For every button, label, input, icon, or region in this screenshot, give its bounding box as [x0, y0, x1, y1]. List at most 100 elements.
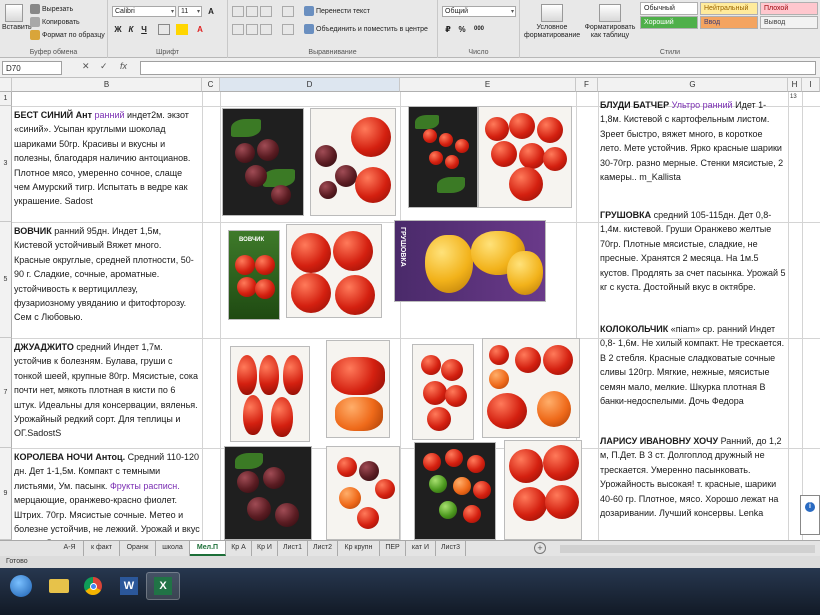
row-header[interactable]: 5: [0, 222, 12, 338]
sheet-tab[interactable]: Кр крупн: [338, 541, 380, 556]
variety-description-cell[interactable]: ГРУШОВКА средний 105-115дн. Дет 0,8-1,4м…: [600, 208, 786, 336]
sheet-tab[interactable]: Лист2: [308, 541, 338, 556]
merge-center-button[interactable]: Объединить и поместить в центре: [304, 24, 428, 34]
sheet-tab[interactable]: ПЕР: [380, 541, 406, 556]
borders-icon[interactable]: [158, 24, 170, 35]
row-header[interactable]: 9: [0, 448, 12, 540]
cell-style-option[interactable]: Ввод: [700, 16, 758, 29]
seed-packet-photo[interactable]: ВОВЧИК: [228, 230, 280, 320]
tomato-photo[interactable]: [482, 338, 580, 438]
column-header-i[interactable]: I: [802, 78, 820, 92]
select-all-corner[interactable]: [0, 78, 12, 92]
font-name-select[interactable]: Calibri ▾: [112, 6, 176, 17]
tomato-photo[interactable]: [286, 224, 382, 318]
format-table-button[interactable]: Форматировать как таблицу: [582, 4, 638, 40]
thousands-button[interactable]: 000: [470, 24, 488, 35]
column-header-f[interactable]: F: [576, 78, 598, 92]
sheet-tab[interactable]: Кр А: [226, 541, 252, 556]
tomato-photo[interactable]: [412, 344, 474, 440]
variety-description-cell[interactable]: КОРОЛЕВА НОЧИ Антоц. Средний 110-120 дн.…: [14, 450, 200, 540]
sheet-tab[interactable]: школа: [156, 541, 190, 556]
sheet-tab[interactable]: Лист1: [278, 541, 308, 556]
explorer-icon[interactable]: [42, 572, 76, 600]
cell-style-option[interactable]: Хороший: [640, 16, 698, 29]
tomato-photo[interactable]: [414, 442, 496, 540]
align-left-icon[interactable]: [232, 24, 244, 35]
align-bottom-icon[interactable]: [260, 6, 272, 17]
variety-description-cell[interactable]: БЛУДИ БАТЧЕР Ультро ранний Идет 1-1,8м. …: [600, 98, 786, 218]
chrome-icon[interactable]: [76, 572, 110, 600]
sheet-tab[interactable]: Мел.П: [190, 541, 226, 556]
cell-style-option[interactable]: Нейтральный: [700, 2, 758, 15]
add-sheet-button[interactable]: +: [534, 542, 546, 554]
variety-description-cell[interactable]: ДЖУАДЖИТО средний Индет 1,7м. устойчив к…: [14, 340, 200, 446]
start-button[interactable]: [4, 572, 38, 600]
cell-style-option[interactable]: Плохой: [760, 2, 818, 15]
word-icon[interactable]: W: [112, 572, 146, 600]
worksheet-grid[interactable]: B C D E F G H I 13 1 3 5 7 9 БЕСТ СИНИЙ …: [0, 78, 820, 540]
variety-name: ВОВЧИК: [14, 226, 52, 236]
currency-icon[interactable]: ₽: [442, 24, 454, 35]
tomato-photo[interactable]: [478, 106, 572, 208]
grow-font-button[interactable]: A: [205, 6, 217, 17]
sheet-tab[interactable]: А-Я: [56, 541, 84, 556]
formula-input[interactable]: [140, 61, 816, 75]
tomato-photo[interactable]: [408, 106, 478, 208]
row-header[interactable]: 3: [0, 106, 12, 222]
font-color-icon[interactable]: A: [194, 24, 206, 35]
align-right-icon[interactable]: [260, 24, 272, 35]
sheet-tab[interactable]: Кр И: [252, 541, 278, 556]
excel-icon[interactable]: X: [146, 572, 180, 600]
sheet-tab[interactable]: к факт: [84, 541, 120, 556]
align-middle-icon[interactable]: [246, 6, 258, 17]
cut-button[interactable]: Вырезать: [30, 4, 73, 14]
row-header[interactable]: 1: [0, 92, 12, 106]
column-header-g[interactable]: G: [598, 78, 788, 92]
horizontal-scrollbar[interactable]: [560, 545, 815, 553]
tomato-photo[interactable]: [326, 446, 400, 540]
fill-color-icon[interactable]: [176, 24, 188, 35]
tomato-photo[interactable]: [222, 108, 304, 216]
paste-button[interactable]: Вставить: [2, 4, 32, 32]
indent-icon[interactable]: [282, 24, 294, 35]
sheet-tab[interactable]: Лист3: [436, 541, 466, 556]
column-header-e[interactable]: E: [400, 78, 576, 92]
fx-icon[interactable]: fx: [120, 61, 127, 71]
seed-packet-photo[interactable]: ГРУШОВКА: [394, 220, 546, 302]
wrap-text-button[interactable]: Перенести текст: [304, 6, 370, 16]
cell-style-option[interactable]: Обычный: [640, 2, 698, 15]
percent-button[interactable]: %: [456, 24, 468, 35]
column-header-d[interactable]: D: [220, 78, 400, 92]
tomato-photo[interactable]: [224, 446, 312, 540]
variety-description-cell[interactable]: КОЛОКОЛЬЧИК «пiam» ср. ранний Индет 0,8-…: [600, 322, 786, 446]
format-painter-button[interactable]: Формат по образцу: [30, 30, 105, 40]
align-center-icon[interactable]: [246, 24, 258, 35]
variety-description-cell[interactable]: ВОВЧИК ранний 95дн. Индет 1,5м, Кистевой…: [14, 224, 200, 336]
cell-style-option[interactable]: Вывод: [760, 16, 818, 29]
cancel-icon[interactable]: ✕: [82, 61, 90, 72]
italic-button[interactable]: К: [125, 24, 137, 35]
variety-description-cell[interactable]: БЕСТ СИНИЙ Ант ранний индет2м. экзот «си…: [14, 108, 200, 220]
tomato-photo[interactable]: [326, 340, 390, 438]
enter-icon[interactable]: ✓: [100, 61, 108, 72]
tomato-photo[interactable]: [310, 108, 396, 216]
copy-button[interactable]: Копировать: [30, 17, 80, 27]
sheet-tab[interactable]: кат И: [406, 541, 436, 556]
sheet-tab[interactable]: Оранж: [120, 541, 156, 556]
column-header-c[interactable]: C: [202, 78, 220, 92]
number-format-select[interactable]: Общий ▾: [442, 6, 516, 17]
font-size-select[interactable]: 11 ▾: [178, 6, 202, 17]
row-header[interactable]: 7: [0, 338, 12, 448]
orientation-icon[interactable]: [282, 6, 294, 17]
tomato-photo[interactable]: [230, 346, 310, 442]
column-header-h[interactable]: H: [788, 78, 802, 92]
column-header-b[interactable]: B: [12, 78, 202, 92]
align-top-icon[interactable]: [232, 6, 244, 17]
tomato-photo[interactable]: [504, 440, 582, 540]
variety-description-cell[interactable]: ЛАРИСУ ИВАНОВНУ ХОЧУ Ранний, до 1,2 м, П…: [600, 434, 786, 540]
underline-button[interactable]: Ч: [138, 24, 150, 35]
conditional-format-button[interactable]: Условное форматирование: [524, 4, 580, 40]
name-box[interactable]: D70: [2, 61, 62, 75]
notification-panel[interactable]: i: [800, 495, 820, 535]
bold-button[interactable]: Ж: [112, 24, 124, 35]
